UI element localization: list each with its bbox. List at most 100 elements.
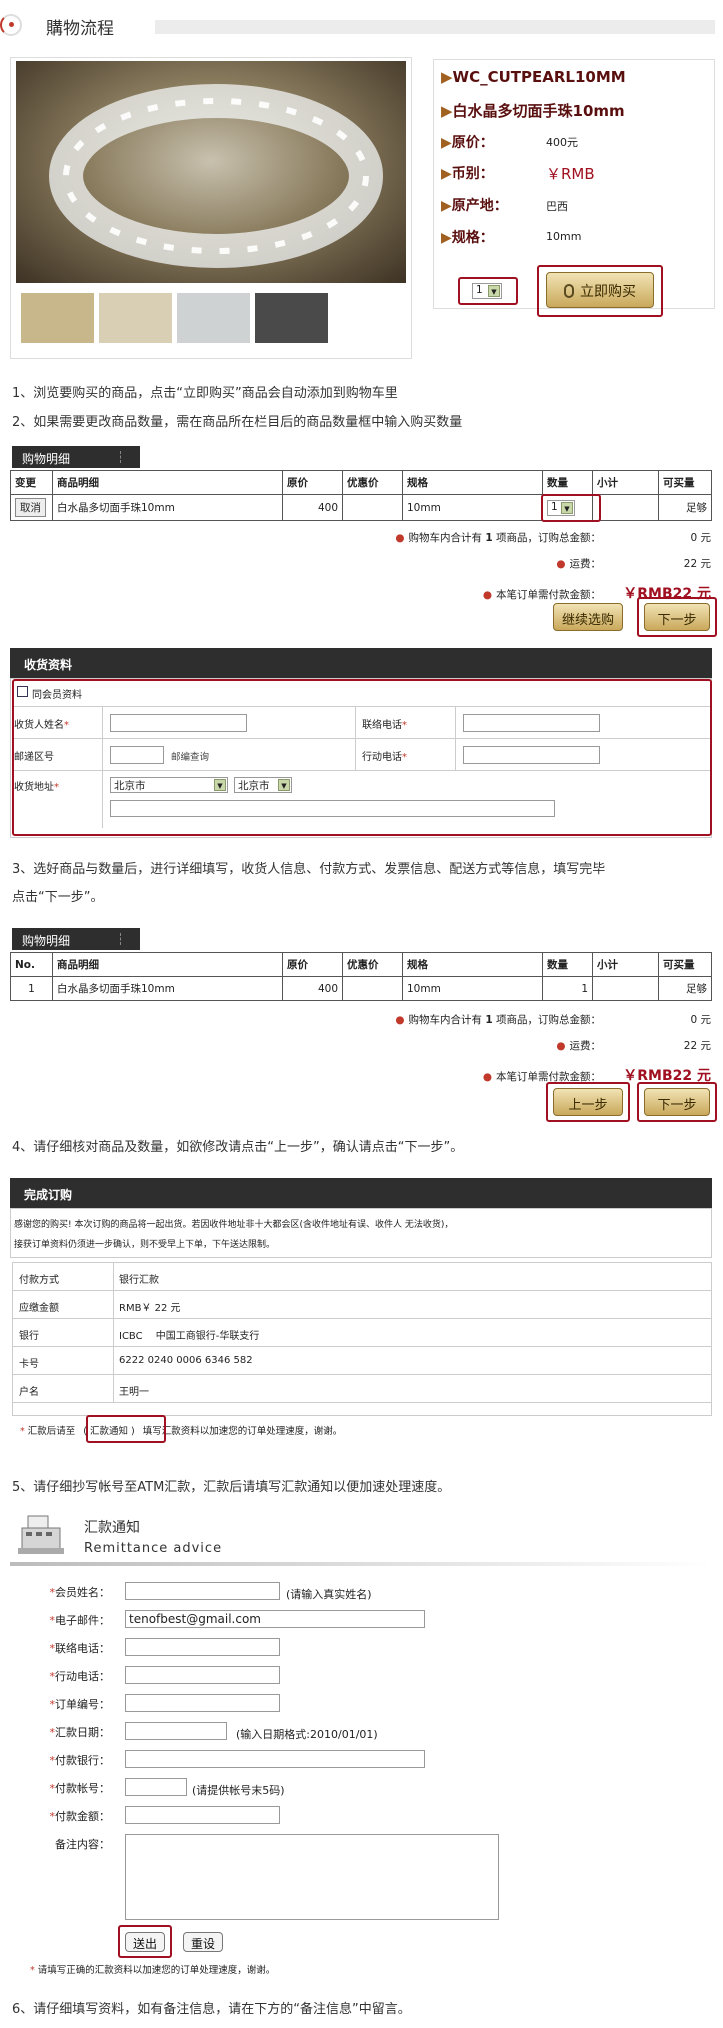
cell-discount xyxy=(342,494,403,521)
highlight-prev xyxy=(546,1082,630,1122)
payment-row: 应缴金额 RMB￥ 22 元 xyxy=(13,1291,711,1319)
bank-label: *付款银行： xyxy=(49,1754,111,1767)
cell-price: 400 xyxy=(282,494,343,521)
product-main-image xyxy=(16,61,406,283)
sum-line-2: ● 购物车内合计有 1 项商品，订购总金额： 0 元 xyxy=(395,1014,711,1026)
highlight-next-2 xyxy=(637,1082,717,1122)
payment-key: 银行 xyxy=(19,1331,39,1342)
step-1-text: 1、浏览要购买的商品，点击“立即购买”商品会自动添加到购物车里 xyxy=(12,386,398,401)
col-item: 商品明细 xyxy=(52,470,283,495)
col-discount: 优惠价 xyxy=(342,952,403,977)
remit-subtitle: Remittance advice xyxy=(84,1541,223,1556)
payment-row: 银行 ICBC 中国工商银行-华联支行 xyxy=(13,1319,711,1347)
price-value: 400元 xyxy=(546,136,578,149)
payment-value: 王明一 xyxy=(119,1387,149,1398)
payment-row: 户名 王明一 xyxy=(13,1375,711,1403)
origin-value: 巴西 xyxy=(546,200,568,213)
col-price: 原价 xyxy=(282,470,343,495)
contact-phone-input[interactable] xyxy=(125,1638,280,1656)
payment-value: 银行汇款 xyxy=(119,1275,159,1286)
remit-date-label: *汇款日期： xyxy=(49,1726,111,1739)
payment-info-table: 付款方式 银行汇款 应缴金额 RMB￥ 22 元 银行 ICBC 中国工商银行-华联支… xyxy=(12,1262,712,1416)
col-no: No. xyxy=(10,952,53,977)
currency-label: 币别 xyxy=(451,166,480,182)
payment-value: 6222 0240 0006 6346 582 xyxy=(119,1355,253,1366)
cancel-button[interactable]: 取消 xyxy=(15,498,46,517)
col-qty: 数量 xyxy=(542,470,593,495)
col-change: 变更 xyxy=(10,470,53,495)
amount-label: *付款金额： xyxy=(49,1810,111,1823)
cash-register-icon xyxy=(16,1512,66,1556)
member-name-label: *会员姓名： xyxy=(49,1586,111,1599)
product-name-row: ▶白水晶多切面手珠10mm xyxy=(441,102,625,120)
price-row: ▶原价： xyxy=(441,135,494,151)
email-input[interactable]: tenofbest@gmail.com xyxy=(125,1610,425,1628)
cell-no: 1 xyxy=(10,976,53,1001)
complete-section-title: 完成订购 xyxy=(10,1178,712,1208)
bank-input[interactable] xyxy=(125,1750,425,1768)
cell-stock: 足够 xyxy=(658,494,712,521)
currency-value: ￥RMB xyxy=(546,165,595,183)
step-4-text: 4、请仔细核对商品及数量，如欲修改请点击“上一步”，确认请点击“下一步”。 xyxy=(12,1140,464,1155)
size-row: ▶规格： xyxy=(441,230,494,246)
thumbnail-1[interactable] xyxy=(21,293,94,343)
payment-value: RMB￥ 22 元 xyxy=(119,1303,181,1314)
thumbnail-2[interactable] xyxy=(99,293,172,343)
col-spec: 规格 xyxy=(402,952,543,977)
account-label: *付款帐号： xyxy=(49,1782,111,1795)
col-spec: 规格 xyxy=(402,470,543,495)
thumbnail-3[interactable] xyxy=(177,293,250,343)
cart-tab-1: 购物明细 xyxy=(12,446,140,468)
order-no-input[interactable] xyxy=(125,1694,280,1712)
memo-label: 备注内容： xyxy=(55,1838,110,1851)
size-value: 10mm xyxy=(546,230,582,243)
complete-msg-1: 感谢您的购买! 本次订购的商品将一起出货。若因收件地址非十大都会区(含收件地址有… xyxy=(14,1220,454,1230)
mobile-phone-input[interactable] xyxy=(125,1666,280,1684)
step-3-text-2: 点击“下一步”。 xyxy=(12,890,104,905)
payment-key: 付款方式 xyxy=(19,1275,59,1286)
price-label: 原价 xyxy=(451,135,480,151)
size-label: 规格 xyxy=(451,230,480,246)
cell-item: 白水晶多切面手珠10mm xyxy=(52,494,283,521)
continue-shopping-button[interactable]: 继续选购 xyxy=(553,603,623,631)
col-discount: 优惠价 xyxy=(342,470,403,495)
cart-table-2: No. 商品明细 原价 优惠价 规格 数量 小计 可买量 1 白水晶多切面手珠10mm 400 10… xyxy=(10,952,712,1001)
payment-key: 应缴金额 xyxy=(19,1303,59,1314)
col-item: 商品明细 xyxy=(52,952,283,977)
payment-row: 卡号 6222 0240 0006 6346 582 xyxy=(13,1347,711,1375)
remit-footnote: * 请填写正确的汇款资料以加速您的订单处理速度，谢谢。 xyxy=(30,1965,276,1976)
col-qty: 数量 xyxy=(542,952,593,977)
memo-textarea[interactable] xyxy=(125,1834,499,1920)
date-hint: (输入日期格式:2010/01/01) xyxy=(236,1728,378,1741)
step-3-text: 3、选好商品与数量后，进行详细填写，收货人信息、付款方式、发票信息、配送方式等信… xyxy=(12,862,606,877)
bracelet-image xyxy=(49,84,383,268)
shipping-line-2: ● 运费： 22 元 xyxy=(556,1040,711,1052)
sum-line: ● 购物车内合计有 1 项商品，订购总金额： 0 元 xyxy=(395,532,711,544)
remit-title: 汇款通知 xyxy=(84,1520,140,1536)
origin-row: ▶原产地： xyxy=(441,198,508,214)
product-code-row: ▶WC_CUTPEARL10MM xyxy=(441,68,626,86)
remit-date-input[interactable] xyxy=(125,1722,227,1740)
highlight-buy xyxy=(537,265,663,317)
shipping-line: ● 运费： 22 元 xyxy=(556,558,711,570)
payment-row: 付款方式 银行汇款 xyxy=(13,1263,711,1291)
cell-spec: 10mm xyxy=(402,976,543,1001)
account-input[interactable] xyxy=(125,1778,187,1796)
col-stock: 可买量 xyxy=(658,470,712,495)
highlight-remit-link xyxy=(86,1415,166,1443)
member-name-input[interactable] xyxy=(125,1582,280,1600)
cell-item: 白水晶多切面手珠10mm xyxy=(52,976,283,1001)
cell-spec: 10mm xyxy=(402,494,543,521)
amount-input[interactable] xyxy=(125,1806,280,1824)
cell-qty: 1 xyxy=(542,976,593,1001)
phone-label-2: *联络电话： xyxy=(49,1642,111,1655)
currency-row: ▶币别： xyxy=(441,166,494,182)
reset-button[interactable]: 重设 xyxy=(183,1932,223,1952)
highlight-cart-qty xyxy=(541,494,601,522)
complete-message-box xyxy=(10,1208,712,1258)
account-hint: (请提供帐号末5码) xyxy=(192,1784,285,1797)
thumbnail-4[interactable] xyxy=(255,293,328,343)
cell-discount xyxy=(342,976,403,1001)
table-row: 1 白水晶多切面手珠10mm 400 10mm 1 足够 xyxy=(10,976,712,1001)
name-hint: (请输入真实姓名) xyxy=(286,1588,372,1601)
